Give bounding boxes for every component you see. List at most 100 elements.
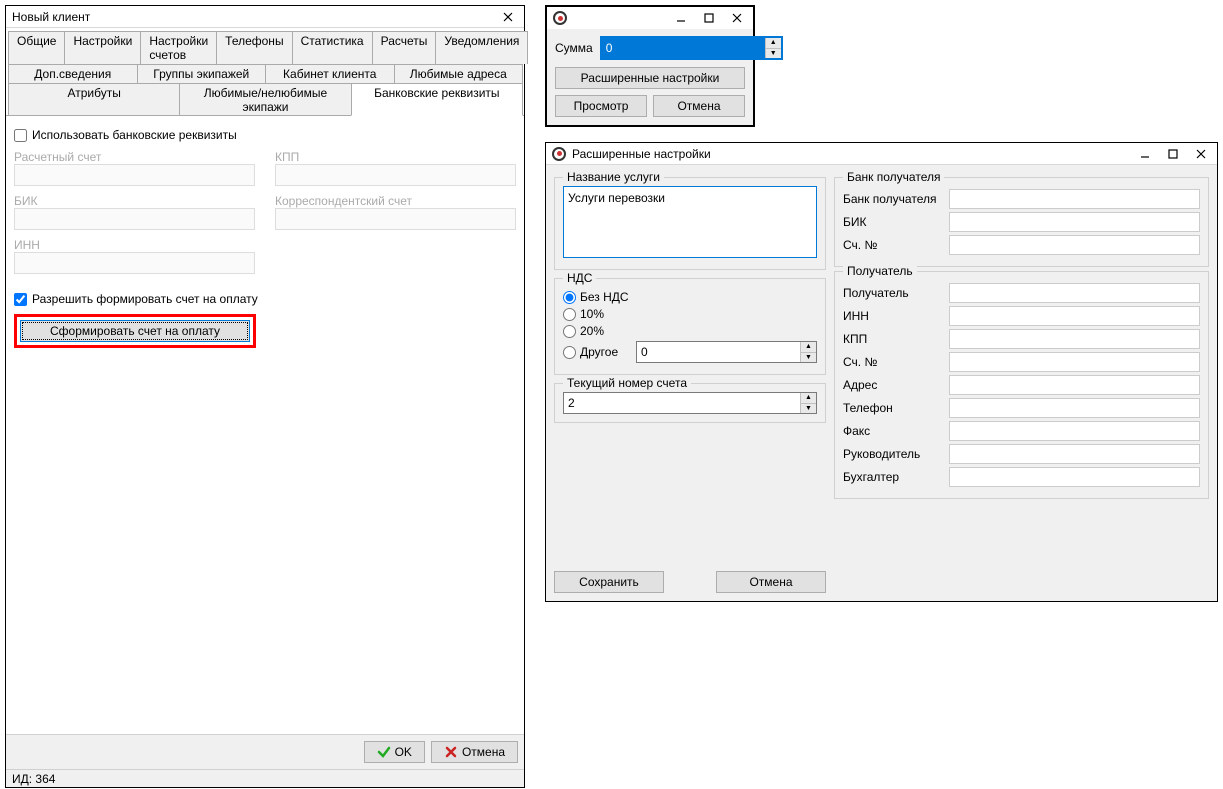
spin-down-icon[interactable]: ▼ [766,49,781,59]
dialog-body: Название услуги НДС Без НДС 10% 20% Друг… [546,165,1217,601]
service-name-input[interactable] [563,186,817,258]
tab-cabinet[interactable]: Кабинет клиента [265,64,395,83]
new-client-window: Новый клиент Общие Настройки Настройки с… [5,5,525,788]
phone-input[interactable] [949,398,1200,418]
sum-label: Сумма [555,41,593,55]
service-name-legend: Название услуги [563,170,664,184]
head-input[interactable] [949,444,1200,464]
preview-button[interactable]: Просмотр [555,95,647,117]
cancel-label: Отмена [462,745,505,759]
nds-none-radio[interactable] [563,291,576,304]
spin-down-icon[interactable]: ▼ [801,404,816,414]
inn-input[interactable] [14,252,255,274]
cancel-button[interactable]: Отмена [653,95,745,117]
recipient-group: Получатель Получатель ИНН КПП Сч. № Адре… [834,271,1209,499]
inn-input[interactable] [949,306,1200,326]
minimize-icon[interactable] [1131,144,1159,164]
addr-input[interactable] [949,375,1200,395]
bank-acct-input[interactable] [949,235,1200,255]
nds-none-label: Без НДС [580,290,629,304]
tab-phones[interactable]: Телефоны [216,31,292,64]
maximize-icon[interactable] [1159,144,1187,164]
cross-icon [444,745,458,759]
current-number-input[interactable] [564,393,800,413]
addr-label: Адрес [843,378,943,392]
tabs: Общие Настройки Настройки счетов Телефон… [6,28,524,115]
nds-10-label: 10% [580,307,604,321]
bottom-bar: OK Отмена [6,734,524,769]
nds-other-radio[interactable] [563,346,576,359]
cancel-button[interactable]: Отмена [431,741,518,763]
nds-other-spinner[interactable]: ▲▼ [636,341,817,363]
maximize-icon[interactable] [695,8,723,28]
tab-crews[interactable]: Группы экипажей [137,64,267,83]
tab-row-1: Общие Настройки Настройки счетов Телефон… [8,30,522,63]
tab-accounts[interactable]: Настройки счетов [140,31,217,64]
kpp-input[interactable] [949,329,1200,349]
nds-group: НДС Без НДС 10% 20% Другое ▲▼ [554,278,826,375]
kpp-input[interactable] [275,164,516,186]
app-icon [552,147,566,161]
bank-legend: Банк получателя [843,170,944,184]
tab-bank[interactable]: Банковские реквизиты [351,83,523,116]
tab-fav-addr[interactable]: Любимые адреса [394,64,524,83]
window-title: Новый клиент [12,10,494,24]
fax-input[interactable] [949,421,1200,441]
extended-settings-button[interactable]: Расширенные настройки [555,67,745,89]
kpp-label: КПП [275,150,516,164]
acct-input[interactable] [14,164,255,186]
tab-content: Использовать банковские реквизиты Расчет… [6,115,524,734]
sum-input[interactable] [602,38,765,58]
nds-20-radio[interactable] [563,325,576,338]
tab-attrs[interactable]: Атрибуты [8,83,180,116]
check-icon [377,745,391,759]
save-button[interactable]: Сохранить [554,571,664,593]
bookkeeper-label: Бухгалтер [843,470,943,484]
spin-up-icon[interactable]: ▲ [801,393,816,404]
sum-dialog: Сумма ▲ ▼ Расширенные настройки Просмотр… [545,5,755,127]
sum-spinner[interactable]: ▲ ▼ [601,37,782,59]
tab-stats[interactable]: Статистика [292,31,373,64]
nds-10-radio[interactable] [563,308,576,321]
minimize-icon[interactable] [667,8,695,28]
close-icon[interactable] [723,8,751,28]
acct-input[interactable] [949,352,1200,372]
current-number-legend: Текущий номер счета [563,376,691,390]
service-name-group: Название услуги [554,177,826,270]
bank-name-input[interactable] [949,189,1200,209]
bookkeeper-input[interactable] [949,467,1200,487]
current-number-group: Текущий номер счета ▲▼ [554,383,826,423]
spin-up-icon[interactable]: ▲ [766,38,781,49]
inn-label: ИНН [14,238,255,252]
tab-settings[interactable]: Настройки [64,31,141,64]
tab-notif[interactable]: Уведомления [435,31,528,64]
close-icon[interactable] [494,7,522,27]
close-icon[interactable] [1187,144,1215,164]
recv-input[interactable] [949,283,1200,303]
tab-calc[interactable]: Расчеты [372,31,437,64]
nds-other-input[interactable] [637,342,800,362]
status-id: ИД: 364 [12,772,55,786]
bank-group: Банк получателя Банк получателя БИК Сч. … [834,177,1209,267]
tab-row-2: Доп.сведения Группы экипажей Кабинет кли… [8,63,522,82]
tab-fav-crews[interactable]: Любимые/нелюбимые экипажи [179,83,351,116]
spin-up-icon[interactable]: ▲ [801,342,816,353]
bank-name-label: Банк получателя [843,192,943,206]
acct-label: Сч. № [843,355,943,369]
bank-bik-label: БИК [843,215,943,229]
bik-input[interactable] [14,208,255,230]
spin-down-icon[interactable]: ▼ [801,353,816,363]
ok-button[interactable]: OK [364,741,425,763]
bank-bik-input[interactable] [949,212,1200,232]
bik-label: БИК [14,194,255,208]
current-number-spinner[interactable]: ▲▼ [563,392,817,414]
extended-settings-window: Расширенные настройки Название услуги НД… [545,142,1218,602]
tab-row-3: Атрибуты Любимые/нелюбимые экипажи Банко… [8,82,522,115]
use-bank-checkbox[interactable] [14,129,27,142]
tab-general[interactable]: Общие [8,31,65,64]
allow-invoice-checkbox[interactable] [14,293,27,306]
cancel-button[interactable]: Отмена [716,571,826,593]
tab-extra[interactable]: Доп.сведения [8,64,138,83]
corr-input[interactable] [275,208,516,230]
form-invoice-button[interactable]: Сформировать счет на оплату [20,320,250,342]
